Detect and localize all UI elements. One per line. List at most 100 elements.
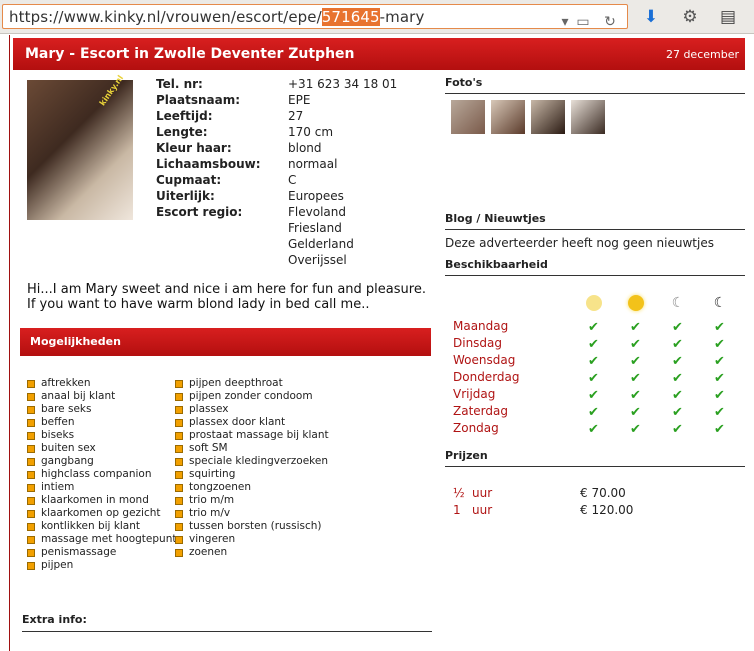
detail-value: Gelderland — [288, 237, 354, 251]
check-icon: ✔ — [588, 388, 599, 403]
option-item: penismassage — [27, 546, 116, 558]
browser-toolbar: https://www.kinky.nl/vrouwen/escort/epe/… — [0, 0, 754, 34]
prijzen-heading: Prijzen — [445, 449, 745, 467]
photo-thumbnail[interactable] — [491, 100, 525, 134]
mogelijkheden-header: Mogelijkheden — [20, 328, 431, 356]
check-icon: ✔ — [672, 371, 683, 386]
dropdown-icon[interactable]: ▾ — [555, 12, 575, 32]
bullet-icon — [27, 497, 35, 505]
detail-label: Lichaamsbouw: — [156, 157, 261, 171]
bullet-icon — [175, 536, 183, 544]
detail-label: Lengte: — [156, 125, 208, 139]
option-item: beffen — [27, 416, 74, 428]
bullet-icon — [27, 510, 35, 518]
photo-thumbnail[interactable] — [531, 100, 565, 134]
photo-thumbnail[interactable] — [451, 100, 485, 134]
bullet-icon — [175, 380, 183, 388]
day-label: Donderdag — [453, 370, 520, 384]
url-field[interactable]: https://www.kinky.nl/vrouwen/escort/epe/… — [2, 4, 628, 32]
option-label: klaarkomen in mond — [41, 494, 149, 506]
option-item: aftrekken — [27, 377, 91, 389]
bullet-icon — [27, 406, 35, 414]
option-label: penismassage — [41, 546, 117, 558]
profile-photo[interactable]: kinky.nl — [27, 74, 133, 220]
option-label: pijpen zonder condoom — [189, 390, 313, 402]
detail-value: C — [288, 173, 297, 187]
bullet-icon — [27, 562, 35, 570]
bullet-icon — [175, 484, 183, 492]
price-quantity: ½ — [453, 486, 465, 500]
detail-value: 170 cm — [288, 125, 334, 139]
detail-value: Flevoland — [288, 205, 346, 219]
bullet-icon — [27, 458, 35, 466]
option-item: buiten sex — [27, 442, 96, 454]
price-unit: uur — [472, 503, 493, 517]
detail-label: Cupmaat: — [156, 173, 222, 187]
check-icon: ✔ — [672, 337, 683, 352]
option-label: soft SM — [189, 442, 228, 454]
check-icon: ✔ — [672, 388, 683, 403]
detail-value: Overijssel — [288, 253, 347, 267]
option-item: klaarkomen in mond — [27, 494, 149, 506]
bullet-icon — [175, 458, 183, 466]
check-icon: ✔ — [588, 320, 599, 335]
detail-value: normaal — [288, 157, 338, 171]
afternoon-sun-icon — [628, 295, 644, 311]
clipboard-icon[interactable]: ▤ — [716, 5, 740, 29]
check-icon: ✔ — [672, 354, 683, 369]
blog-text: Deze adverteerder heeft nog geen nieuwtj… — [445, 236, 714, 250]
day-label: Dinsdag — [453, 336, 503, 350]
bullet-icon — [27, 484, 35, 492]
check-icon: ✔ — [630, 371, 641, 386]
bullet-icon — [175, 419, 183, 427]
option-label: tongzoenen — [189, 481, 252, 493]
check-icon: ✔ — [672, 422, 683, 437]
option-item: klaarkomen op gezicht — [27, 507, 161, 519]
check-icon: ✔ — [630, 320, 641, 335]
bullet-icon — [175, 445, 183, 453]
reader-view-icon[interactable]: ▭ — [573, 12, 593, 32]
day-label: Zondag — [453, 421, 499, 435]
option-label: gangbang — [41, 455, 94, 467]
bullet-icon — [27, 419, 35, 427]
bullet-icon — [27, 445, 35, 453]
option-item: anaal bij klant — [27, 390, 115, 402]
photo-thumbnail[interactable] — [571, 100, 605, 134]
detail-value: blond — [288, 141, 322, 155]
option-item: gangbang — [27, 455, 94, 467]
option-label: plassex door klant — [189, 416, 286, 428]
check-icon: ✔ — [672, 405, 683, 420]
check-icon: ✔ — [714, 337, 725, 352]
check-icon: ✔ — [714, 320, 725, 335]
reload-icon[interactable]: ↻ — [600, 12, 620, 32]
download-icon[interactable]: ⬇ — [639, 5, 663, 29]
option-item: pijpen — [27, 559, 73, 571]
title-bar: Mary - Escort in Zwolle Deventer Zutphen… — [13, 38, 745, 70]
option-item: speciale kledingverzoeken — [175, 455, 328, 467]
check-icon: ✔ — [588, 337, 599, 352]
option-label: vingeren — [189, 533, 236, 545]
option-item: soft SM — [175, 442, 228, 454]
day-label: Woensdag — [453, 353, 516, 367]
evening-moon-icon: ☾ — [671, 295, 685, 311]
check-icon: ✔ — [588, 371, 599, 386]
bullet-icon — [27, 432, 35, 440]
page-title: Mary - Escort in Zwolle Deventer Zutphen — [25, 46, 355, 62]
option-label: klaarkomen op gezicht — [41, 507, 161, 519]
option-label: plassex — [189, 403, 229, 415]
detail-label: Tel. nr: — [156, 77, 203, 91]
option-item: squirting — [175, 468, 235, 480]
bullet-icon — [175, 510, 183, 518]
intro-text: Hi...I am Mary sweet and nice i am here … — [27, 282, 426, 312]
bullet-icon — [27, 523, 35, 531]
check-icon: ✔ — [714, 354, 725, 369]
day-label: Maandag — [453, 319, 509, 333]
option-item: massage met hoogtepunt — [27, 533, 176, 545]
extension-icon[interactable]: ⚙ — [678, 5, 702, 29]
day-label: Vrijdag — [453, 387, 496, 401]
option-label: kontlikken bij klant — [41, 520, 141, 532]
price-amount: € 120.00 — [580, 503, 634, 517]
bullet-icon — [175, 497, 183, 505]
mogelijkheden-title: Mogelijkheden — [30, 335, 121, 348]
option-item: intiem — [27, 481, 74, 493]
